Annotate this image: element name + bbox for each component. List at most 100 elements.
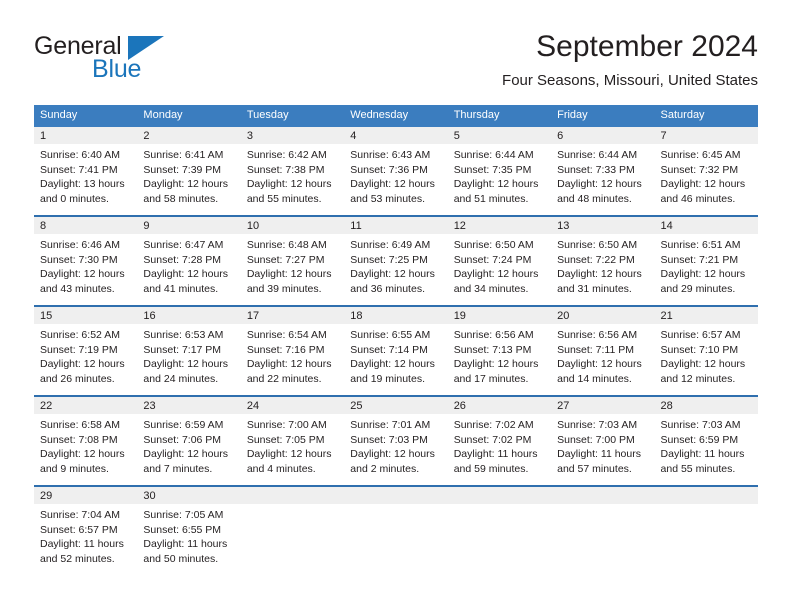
day-details: Sunrise: 6:40 AM Sunset: 7:41 PM Dayligh… [34,144,137,215]
daylight-text-line1: Daylight: 11 hours [40,538,124,551]
day-details: Sunrise: 7:01 AM Sunset: 7:03 PM Dayligh… [344,414,447,485]
day-cell[interactable]: 18 Sunrise: 6:55 AM Sunset: 7:14 PM Dayl… [344,307,448,395]
sunset-text: Sunset: 7:33 PM [557,163,635,176]
day-cell[interactable]: 16 Sunrise: 6:53 AM Sunset: 7:17 PM Dayl… [137,307,241,395]
sunset-text: Sunset: 7:27 PM [246,253,325,266]
day-number: 13 [551,217,655,234]
day-details: Sunrise: 6:52 AM Sunset: 7:19 PM Dayligh… [34,324,137,395]
day-cell[interactable]: 23 Sunrise: 6:59 AM Sunset: 7:06 PM Dayl… [137,397,241,485]
day-number: 28 [654,397,758,414]
daylight-text-line1: Daylight: 12 hours [40,448,125,461]
sunset-text: Sunset: 7:41 PM [40,163,118,176]
day-details: Sunrise: 6:51 AM Sunset: 7:21 PM Dayligh… [655,234,758,305]
page-title: September 2024 [536,30,758,63]
day-details: Sunrise: 6:47 AM Sunset: 7:28 PM Dayligh… [137,234,240,305]
day-cell[interactable]: 8 Sunrise: 6:46 AM Sunset: 7:30 PM Dayli… [34,217,138,305]
daylight-text-line1: Daylight: 11 hours [660,448,745,461]
day-details: Sunrise: 6:43 AM Sunset: 7:36 PM Dayligh… [344,144,447,215]
day-cell[interactable]: 7 Sunrise: 6:45 AM Sunset: 7:32 PM Dayli… [654,127,758,215]
day-details: Sunrise: 7:05 AM Sunset: 6:55 PM Dayligh… [137,504,240,575]
daylight-text-line2: and 2 minutes. [350,462,420,475]
sunset-text: Sunset: 7:17 PM [143,343,222,356]
general-blue-logo[interactable]: General Blue [34,28,254,90]
daylight-text-line1: Daylight: 12 hours [40,358,125,371]
sunrise-text: Sunrise: 6:56 AM [557,329,638,341]
sunset-text: Sunset: 7:14 PM [350,343,428,356]
day-cell-empty [344,487,448,575]
sunset-text: Sunset: 7:35 PM [453,163,532,176]
day-cell[interactable]: 12 Sunrise: 6:50 AM Sunset: 7:24 PM Dayl… [447,217,552,305]
day-cell[interactable]: 5 Sunrise: 6:44 AM Sunset: 7:35 PM Dayli… [447,127,552,215]
daylight-text-line2: and 57 minutes. [557,462,632,475]
day-details: Sunrise: 6:54 AM Sunset: 7:16 PM Dayligh… [241,324,344,395]
day-number [654,487,758,504]
daylight-text-line1: Daylight: 12 hours [350,268,435,281]
day-details: Sunrise: 6:48 AM Sunset: 7:27 PM Dayligh… [241,234,344,305]
day-cell[interactable]: 28 Sunrise: 7:03 AM Sunset: 6:59 PM Dayl… [654,397,758,485]
day-cell[interactable]: 10 Sunrise: 6:48 AM Sunset: 7:27 PM Dayl… [240,217,345,305]
day-number: 20 [551,307,655,324]
weekday-header-row: Sunday Monday Tuesday Wednesday Thursday… [34,105,758,127]
sunset-text: Sunset: 7:08 PM [40,433,118,446]
day-cell[interactable]: 21 Sunrise: 6:57 AM Sunset: 7:10 PM Dayl… [654,307,758,395]
sunrise-text: Sunrise: 7:05 AM [143,509,224,521]
page-subtitle: Four Seasons, Missouri, United States [502,72,758,89]
sunrise-text: Sunrise: 6:42 AM [246,149,327,161]
day-cell[interactable]: 2 Sunrise: 6:41 AM Sunset: 7:39 PM Dayli… [137,127,241,215]
day-cell[interactable]: 26 Sunrise: 7:02 AM Sunset: 7:02 PM Dayl… [447,397,552,485]
day-cell[interactable]: 24 Sunrise: 7:00 AM Sunset: 7:05 PM Dayl… [240,397,345,485]
day-details [344,504,448,575]
calendar-grid: Sunday Monday Tuesday Wednesday Thursday… [34,105,758,575]
day-cell[interactable]: 14 Sunrise: 6:51 AM Sunset: 7:21 PM Dayl… [654,217,758,305]
day-cell[interactable]: 22 Sunrise: 6:58 AM Sunset: 7:08 PM Dayl… [34,397,138,485]
daylight-text-line2: and 48 minutes. [557,192,632,205]
day-cell[interactable]: 13 Sunrise: 6:50 AM Sunset: 7:22 PM Dayl… [551,217,655,305]
day-cell[interactable]: 20 Sunrise: 6:56 AM Sunset: 7:11 PM Dayl… [551,307,655,395]
day-cell[interactable]: 19 Sunrise: 6:56 AM Sunset: 7:13 PM Dayl… [447,307,552,395]
sunset-text: Sunset: 7:02 PM [453,433,532,446]
daylight-text-line1: Daylight: 12 hours [246,358,332,371]
day-cell[interactable]: 6 Sunrise: 6:44 AM Sunset: 7:33 PM Dayli… [551,127,655,215]
weekday-header-sunday: Sunday [40,109,78,121]
day-cell[interactable]: 30 Sunrise: 7:05 AM Sunset: 6:55 PM Dayl… [137,487,241,575]
day-details: Sunrise: 6:44 AM Sunset: 7:33 PM Dayligh… [551,144,654,215]
weekday-header-saturday: Saturday [660,109,705,121]
daylight-text-line2: and 50 minutes. [143,552,219,565]
daylight-text-line2: and 55 minutes. [246,192,322,205]
daylight-text-line2: and 43 minutes. [40,282,115,295]
sunrise-text: Sunrise: 6:43 AM [350,149,431,161]
day-cell[interactable]: 11 Sunrise: 6:49 AM Sunset: 7:25 PM Dayl… [344,217,448,305]
day-cell[interactable]: 1 Sunrise: 6:40 AM Sunset: 7:41 PM Dayli… [34,127,138,215]
sunset-text: Sunset: 7:21 PM [660,253,739,266]
sunrise-text: Sunrise: 6:44 AM [557,149,638,161]
day-cell[interactable]: 17 Sunrise: 6:54 AM Sunset: 7:16 PM Dayl… [240,307,345,395]
day-number: 12 [447,217,552,234]
day-number [551,487,655,504]
weekday-header-tuesday: Tuesday [246,109,289,121]
daylight-text-line1: Daylight: 12 hours [557,268,642,281]
day-cell[interactable]: 27 Sunrise: 7:03 AM Sunset: 7:00 PM Dayl… [551,397,655,485]
sunrise-text: Sunrise: 6:59 AM [143,419,224,431]
day-details: Sunrise: 6:56 AM Sunset: 7:11 PM Dayligh… [551,324,654,395]
day-cell-empty [654,487,758,575]
daylight-text-line2: and 31 minutes. [557,282,632,295]
day-details: Sunrise: 6:59 AM Sunset: 7:06 PM Dayligh… [137,414,240,485]
day-cell[interactable]: 4 Sunrise: 6:43 AM Sunset: 7:36 PM Dayli… [344,127,448,215]
sunrise-text: Sunrise: 7:02 AM [453,419,534,431]
day-cell[interactable]: 9 Sunrise: 6:47 AM Sunset: 7:28 PM Dayli… [137,217,241,305]
day-cell[interactable]: 25 Sunrise: 7:01 AM Sunset: 7:03 PM Dayl… [344,397,448,485]
sunset-text: Sunset: 7:38 PM [246,163,325,176]
sunrise-text: Sunrise: 6:46 AM [40,239,120,251]
daylight-text-line1: Daylight: 12 hours [350,178,435,191]
day-number: 26 [447,397,552,414]
sunset-text: Sunset: 7:11 PM [557,343,634,356]
day-cell[interactable]: 15 Sunrise: 6:52 AM Sunset: 7:19 PM Dayl… [34,307,138,395]
day-cell[interactable]: 3 Sunrise: 6:42 AM Sunset: 7:38 PM Dayli… [240,127,345,215]
day-number: 21 [654,307,758,324]
title-block: September 2024 Four Seasons, Missouri, U… [502,28,758,92]
daylight-text-line1: Daylight: 12 hours [557,358,642,371]
sunrise-text: Sunrise: 7:04 AM [40,509,120,521]
day-number: 18 [344,307,448,324]
sunset-text: Sunset: 7:30 PM [40,253,118,266]
day-cell[interactable]: 29 Sunrise: 7:04 AM Sunset: 6:57 PM Dayl… [34,487,138,575]
